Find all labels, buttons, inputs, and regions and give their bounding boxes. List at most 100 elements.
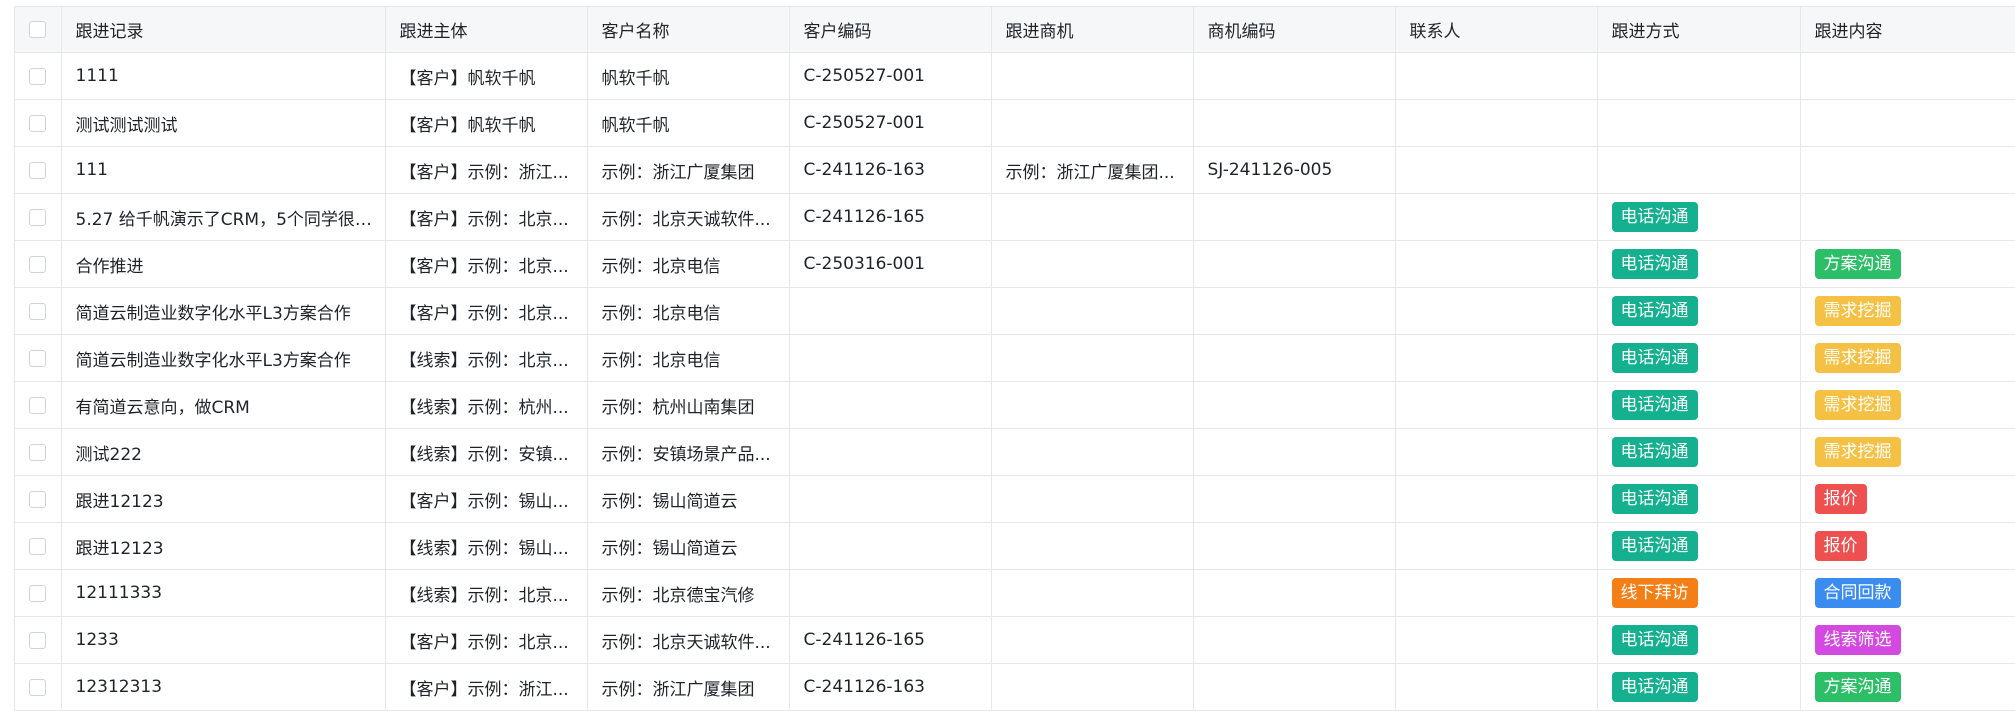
column-header-contact[interactable]: 联系人: [1395, 6, 1598, 53]
row-checkbox[interactable]: [29, 67, 47, 85]
cell-method: 电话沟通: [1597, 475, 1801, 523]
table-row[interactable]: 简道云制造业数字化水平L3方案合作 【线索】示例：北京... 示例：北京电信 电话沟通…: [15, 334, 2015, 382]
row-checkbox[interactable]: [29, 443, 47, 461]
cell-customer-code: C-241126-163: [789, 663, 992, 711]
column-header-subject[interactable]: 跟进主体: [385, 6, 588, 53]
cell-opportunity-code: [1193, 240, 1396, 288]
cell-customer-code: [789, 428, 992, 476]
table-row[interactable]: 跟进12123 【线索】示例：锡山... 示例：锡山简道云 电话沟通 报价: [15, 522, 2015, 570]
cell-content: 方案沟通: [1800, 240, 2015, 288]
column-header-opportunity[interactable]: 跟进商机: [991, 6, 1194, 53]
cell-contact: [1395, 99, 1598, 147]
table-row[interactable]: 测试测试测试 【客户】帆软千帆 帆软千帆 C-250527-001: [15, 99, 2015, 147]
method-tag: 电话沟通: [1611, 202, 1698, 232]
cell-contact: [1395, 569, 1598, 617]
column-header-record[interactable]: 跟进记录: [61, 6, 386, 53]
cell-opportunity-code: [1193, 381, 1396, 429]
cell-customer: 示例：北京电信: [587, 334, 790, 382]
table-row[interactable]: 1233 【客户】示例：北京... 示例：北京天诚软件... C-241126-165…: [15, 616, 2015, 664]
cell-customer: 示例：杭州山南集团: [587, 381, 790, 429]
cell-contact: [1395, 334, 1598, 382]
method-tag: 电话沟通: [1611, 625, 1698, 655]
cell-method: 电话沟通: [1597, 663, 1801, 711]
row-checkbox[interactable]: [29, 255, 47, 273]
cell-contact: [1395, 428, 1598, 476]
cell-opportunity-code: [1193, 52, 1396, 100]
cell-content: [1800, 99, 2015, 147]
table-row[interactable]: 有简道云意向，做CRM 【线索】示例：杭州... 示例：杭州山南集团 电话沟通 需求挖掘: [15, 381, 2015, 429]
cell-content: 报价: [1800, 522, 2015, 570]
cell-subject: 【客户】帆软千帆: [385, 52, 588, 100]
content-tag: 需求挖掘: [1814, 343, 1901, 373]
cell-opportunity: [991, 475, 1194, 523]
table-row[interactable]: 5.27 给千帆演示了CRM，5个同学很有... 【客户】示例：北京... 示例：北…: [15, 193, 2015, 241]
cell-content: 需求挖掘: [1800, 381, 2015, 429]
cell-content: 线索筛选: [1800, 616, 2015, 664]
cell-method: 电话沟通: [1597, 381, 1801, 429]
method-tag: 电话沟通: [1611, 249, 1698, 279]
row-checkbox[interactable]: [29, 396, 47, 414]
table-row[interactable]: 测试222 【线索】示例：安镇... 示例：安镇场景产品... 电话沟通 需求挖掘: [15, 428, 2015, 476]
row-select-cell: [15, 193, 62, 241]
cell-subject: 【线索】示例：安镇...: [385, 428, 588, 476]
cell-subject: 【线索】示例：锡山...: [385, 522, 588, 570]
cell-opportunity-code: [1193, 522, 1396, 570]
column-header-customer[interactable]: 客户名称: [587, 6, 790, 53]
row-checkbox[interactable]: [29, 631, 47, 649]
row-checkbox[interactable]: [29, 537, 47, 555]
cell-contact: [1395, 381, 1598, 429]
column-header-method[interactable]: 跟进方式: [1597, 6, 1801, 53]
cell-method: [1597, 146, 1801, 194]
row-checkbox[interactable]: [29, 678, 47, 696]
method-tag: 电话沟通: [1611, 484, 1698, 514]
row-select-cell: [15, 475, 62, 523]
cell-method: 线下拜访: [1597, 569, 1801, 617]
cell-content: [1800, 193, 2015, 241]
table-row[interactable]: 1111 【客户】帆软千帆 帆软千帆 C-250527-001: [15, 52, 2015, 100]
cell-subject: 【线索】示例：北京...: [385, 334, 588, 382]
cell-opportunity-code: [1193, 475, 1396, 523]
select-all-checkbox[interactable]: [29, 21, 47, 38]
cell-opportunity: [991, 52, 1194, 100]
table-row[interactable]: 12111333 【线索】示例：北京... 示例：北京德宝汽修 线下拜访 合同回款: [15, 569, 2015, 617]
cell-method: 电话沟通: [1597, 428, 1801, 476]
cell-customer-code: C-241126-163: [789, 146, 992, 194]
row-checkbox[interactable]: [29, 208, 47, 226]
cell-content: [1800, 52, 2015, 100]
row-select-cell: [15, 287, 62, 335]
cell-customer-code: [789, 569, 992, 617]
cell-opportunity-code: [1193, 569, 1396, 617]
cell-customer-code: [789, 287, 992, 335]
cell-opportunity-code: [1193, 334, 1396, 382]
cell-opportunity: [991, 334, 1194, 382]
table-row[interactable]: 111 【客户】示例：浙江... 示例：浙江广厦集团 C-241126-163 示例：浙…: [15, 146, 2015, 194]
row-checkbox[interactable]: [29, 584, 47, 602]
row-checkbox[interactable]: [29, 114, 47, 132]
cell-opportunity: [991, 99, 1194, 147]
column-header-opportunity-code[interactable]: 商机编码: [1193, 6, 1396, 53]
cell-contact: [1395, 52, 1598, 100]
cell-customer-code: [789, 522, 992, 570]
table-row[interactable]: 合作推进 【客户】示例：北京... 示例：北京电信 C-250316-001 电话沟通 方…: [15, 240, 2015, 288]
column-header-content[interactable]: 跟进内容: [1800, 6, 2015, 53]
table-row[interactable]: 跟进12123 【客户】示例：锡山... 示例：锡山简道云 电话沟通 报价: [15, 475, 2015, 523]
row-select-cell: [15, 381, 62, 429]
row-checkbox[interactable]: [29, 302, 47, 320]
row-checkbox[interactable]: [29, 349, 47, 367]
data-grid: 跟进记录 跟进主体 客户名称 客户编码 跟进商机 商机编码 联系人 跟进方式 跟…: [15, 6, 2015, 711]
cell-customer: 示例：北京电信: [587, 287, 790, 335]
row-checkbox[interactable]: [29, 490, 47, 508]
table-row[interactable]: 简道云制造业数字化水平L3方案合作 【客户】示例：北京... 示例：北京电信 电话沟通…: [15, 287, 2015, 335]
cell-record: 合作推进: [61, 240, 386, 288]
method-tag: 电话沟通: [1611, 390, 1698, 420]
cell-customer-code: [789, 334, 992, 382]
table-row[interactable]: 12312313 【客户】示例：浙江... 示例：浙江广厦集团 C-241126-16…: [15, 663, 2015, 711]
column-header-customer-code[interactable]: 客户编码: [789, 6, 992, 53]
cell-subject: 【客户】示例：浙江...: [385, 663, 588, 711]
row-checkbox[interactable]: [29, 161, 47, 179]
cell-opportunity-code: [1193, 287, 1396, 335]
cell-subject: 【客户】示例：锡山...: [385, 475, 588, 523]
method-tag: 电话沟通: [1611, 437, 1698, 467]
cell-method: 电话沟通: [1597, 522, 1801, 570]
cell-record: 简道云制造业数字化水平L3方案合作: [61, 334, 386, 382]
